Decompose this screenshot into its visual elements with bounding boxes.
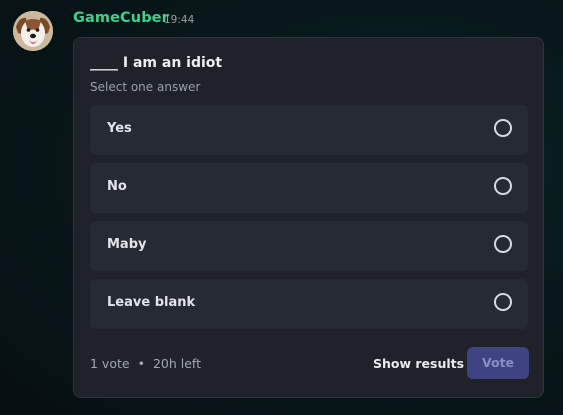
avatar[interactable]	[13, 11, 53, 51]
poll-answer-maby[interactable]: Maby	[90, 221, 528, 271]
message-timestamp: 19:44	[164, 14, 195, 26]
poll-meta: 1 vote • 20h left	[90, 356, 201, 371]
poll-instruction: Select one answer	[90, 80, 201, 94]
radio-unchecked-icon[interactable]	[494, 235, 512, 253]
poll-answer-label: Leave blank	[107, 295, 196, 310]
poll-answer-label: Yes	[107, 121, 132, 136]
poll-question: ____ I am an idiot	[90, 55, 223, 71]
poll-answer-label: No	[107, 179, 127, 194]
poll-answer-yes[interactable]: Yes	[90, 105, 528, 155]
message-author[interactable]: GameCuber	[73, 10, 169, 26]
radio-unchecked-icon[interactable]	[494, 177, 512, 195]
poll-answer-no[interactable]: No	[90, 163, 528, 213]
dog-avatar-icon	[13, 11, 53, 51]
vote-count: 1 vote	[90, 356, 130, 371]
poll-card: ____ I am an idiot Select one answer Yes…	[73, 37, 544, 398]
vote-button[interactable]: Vote	[467, 347, 529, 379]
show-results-button[interactable]: Show results	[373, 356, 464, 371]
poll-answer-leave-blank[interactable]: Leave blank	[90, 279, 528, 329]
radio-unchecked-icon[interactable]	[494, 119, 512, 137]
radio-unchecked-icon[interactable]	[494, 293, 512, 311]
time-left: 20h left	[152, 356, 201, 371]
poll-answer-label: Maby	[107, 237, 147, 252]
meta-separator: •	[137, 356, 145, 371]
